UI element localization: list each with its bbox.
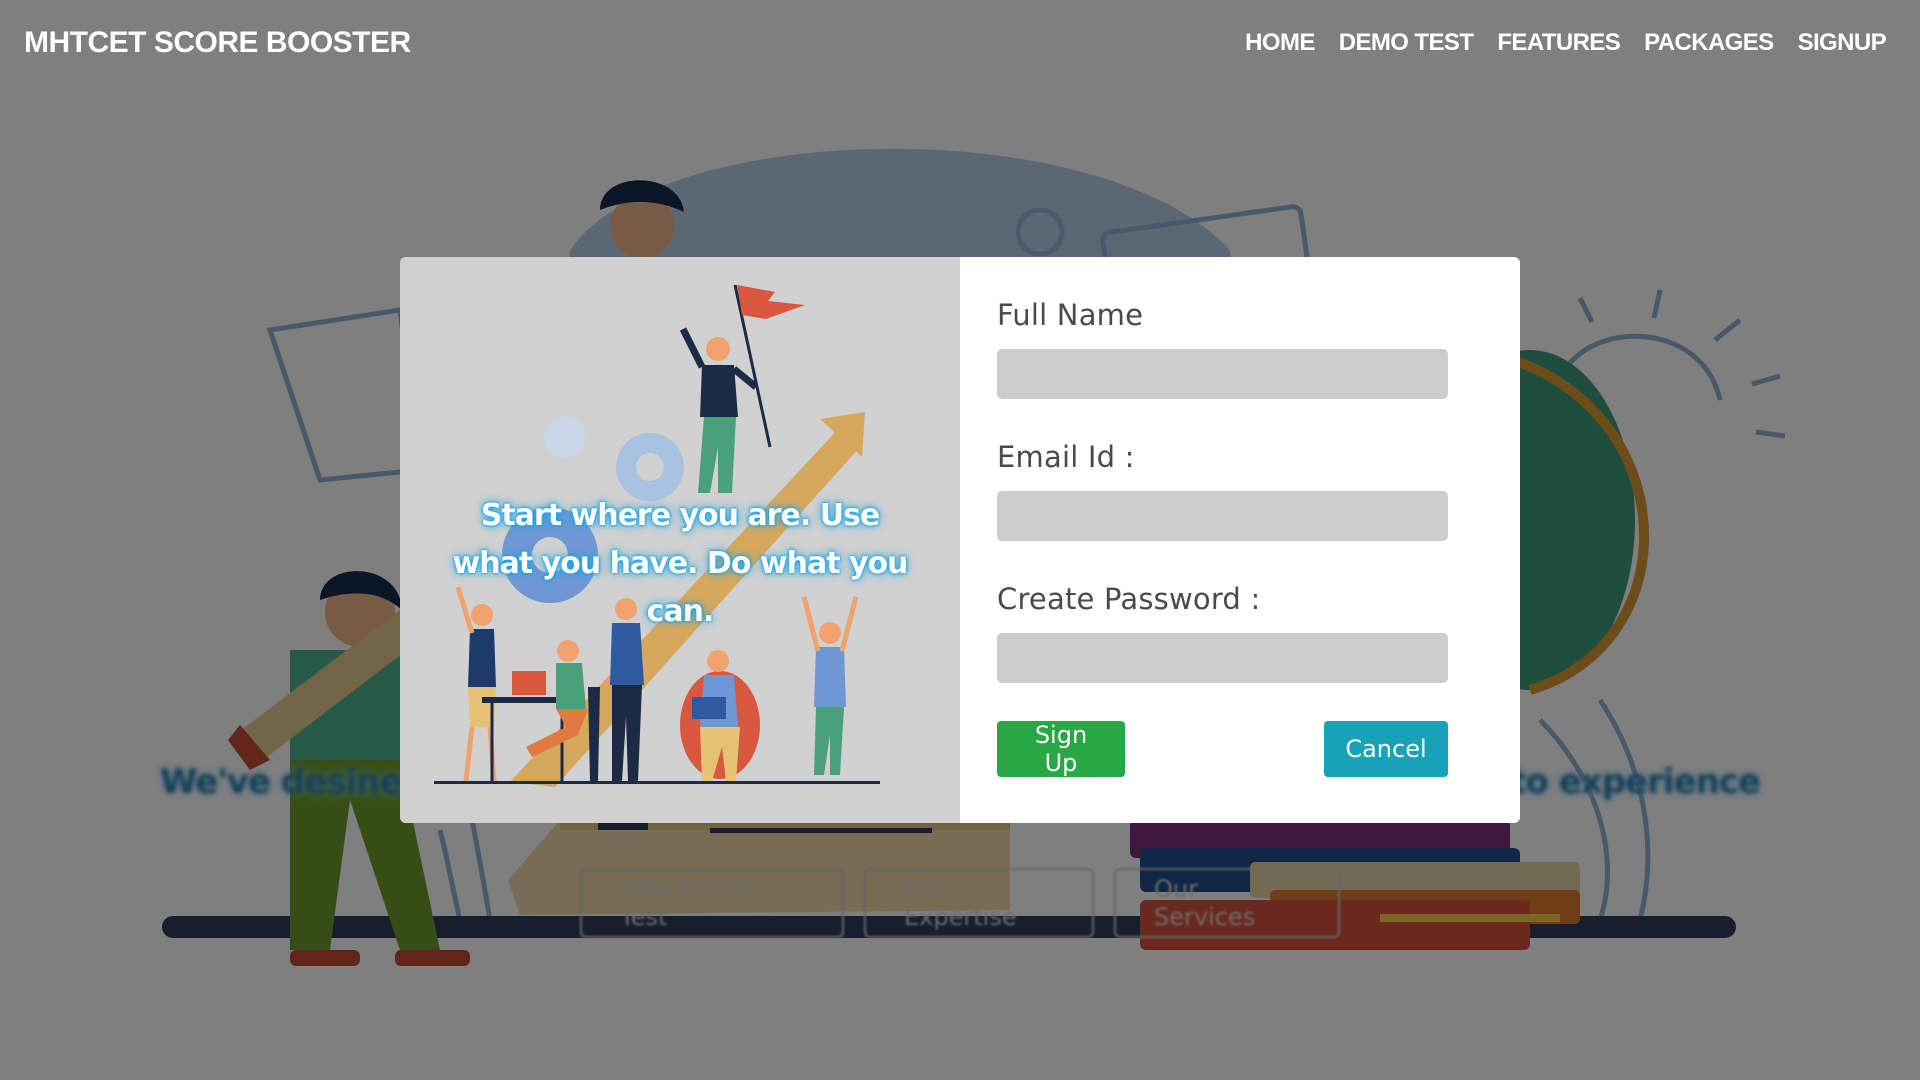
sign-up-button[interactable]: Sign Up: [997, 721, 1125, 777]
navbar: MHTCET SCORE BOOSTER HOME DEMO TEST FEAT…: [0, 0, 1920, 86]
nav-demo-test[interactable]: DEMO TEST: [1339, 29, 1474, 57]
brand-logo-text[interactable]: MHTCET SCORE BOOSTER: [24, 26, 411, 60]
form-actions: Sign Up Cancel: [997, 721, 1448, 777]
signup-form: Full Name Email Id : Create Password : S…: [960, 257, 1520, 823]
email-label: Email Id :: [997, 440, 1135, 474]
modal-illustration-panel: Start where you are. Use what you have. …: [400, 257, 960, 823]
nav-links: HOME DEMO TEST FEATURES PACKAGES SIGNUP: [1245, 29, 1886, 57]
nav-features[interactable]: FEATURES: [1497, 29, 1620, 57]
full-name-input[interactable]: [997, 349, 1448, 399]
full-name-label: Full Name: [997, 298, 1144, 332]
cancel-button[interactable]: Cancel: [1324, 721, 1448, 777]
motivational-quote: Start where you are. Use what you have. …: [452, 498, 909, 629]
nav-home[interactable]: HOME: [1245, 29, 1315, 57]
signup-modal: Start where you are. Use what you have. …: [400, 257, 1520, 823]
nav-signup[interactable]: SIGNUP: [1798, 29, 1887, 57]
password-input[interactable]: [997, 633, 1448, 683]
nav-packages[interactable]: PACKAGES: [1644, 29, 1774, 57]
email-input[interactable]: [997, 491, 1448, 541]
password-label: Create Password :: [997, 582, 1261, 616]
